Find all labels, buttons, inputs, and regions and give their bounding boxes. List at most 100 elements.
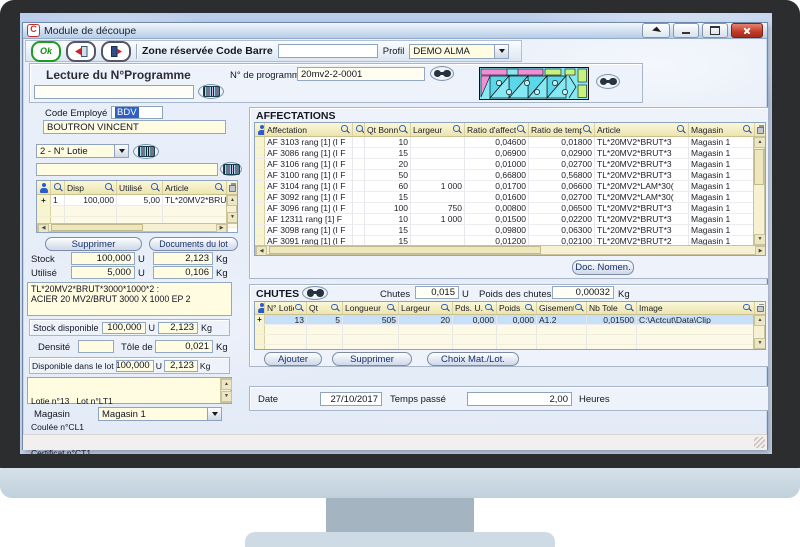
employee-code-input[interactable]: BDV <box>111 106 163 119</box>
employee-name-input[interactable]: BOUTRON VINCENT <box>43 120 226 134</box>
ok-button[interactable]: Ok <box>31 41 61 62</box>
lot-scan-input[interactable] <box>36 163 218 176</box>
programme-scan-input[interactable] <box>34 85 194 99</box>
col-header[interactable]: Image <box>637 302 755 314</box>
densite-input[interactable] <box>78 340 114 353</box>
lot-info-list[interactable]: Lotie n°13 Lot n°LT1 Coulée n°CL1 Certif… <box>27 377 232 404</box>
scroll-down-icon[interactable]: ▼ <box>221 391 232 402</box>
lot-info-vscrollbar[interactable]: ▲ ▼ <box>220 378 231 403</box>
magnifier-icon[interactable] <box>525 304 534 313</box>
view-nesting-button[interactable] <box>596 74 620 89</box>
magnifier-icon[interactable] <box>387 304 396 313</box>
doc-nomen-button[interactable]: Doc. Nomen. <box>572 260 634 275</box>
col-header[interactable]: Affectation <box>265 123 353 136</box>
lot-table-hscrollbar[interactable]: ◀ ▶ <box>37 223 228 232</box>
magnifier-icon[interactable] <box>485 304 494 313</box>
affectations-hscrollbar[interactable]: ◀ ▶ <box>255 245 766 255</box>
scroll-left-icon[interactable]: ◀ <box>38 224 49 233</box>
col-header[interactable]: Largeur <box>411 123 465 136</box>
table-row[interactable]: AF 3106 rang [1] (I F200,010000,02700TL*… <box>255 159 765 170</box>
table-row[interactable]: AF 3096 rang [1] (I F1007500,008000,0650… <box>255 203 765 214</box>
table-row[interactable] <box>255 345 765 350</box>
col-header[interactable] <box>51 181 65 194</box>
table-row[interactable]: +1100,0005,00TL*20MV2*BRUT*3000*10 <box>37 195 237 206</box>
scroll-right-icon[interactable]: ▶ <box>216 224 227 233</box>
table-row[interactable]: AF 3098 rang [1] (I F150,098000,06300TL*… <box>255 225 765 236</box>
magnifier-icon[interactable] <box>356 125 365 134</box>
nesting-preview[interactable] <box>479 67 589 100</box>
scroll-up-icon[interactable]: ▲ <box>221 379 232 390</box>
minimize-button[interactable] <box>673 23 699 38</box>
article-description[interactable]: TL*20MV2*BRUT*3000*1000*2 : ACIER 20 MV2… <box>27 282 232 316</box>
date-input[interactable]: 27/10/2017 <box>320 392 382 406</box>
scroll-down-icon[interactable]: ▼ <box>227 212 238 223</box>
table-row[interactable] <box>255 335 765 345</box>
magasin-select[interactable]: Magasin 1 <box>98 407 222 421</box>
col-header[interactable]: Article <box>595 123 689 136</box>
temps-passe-input[interactable]: 2,00 <box>467 392 572 406</box>
utilise-kg-input[interactable]: 0,106 <box>153 266 213 279</box>
exit-button[interactable] <box>66 41 96 62</box>
disponible-lot-kg[interactable]: 2,123 <box>164 360 198 372</box>
view-chutes-button[interactable] <box>302 286 328 300</box>
table-row[interactable]: AF 12311 rang [1] F101 0000,015000,02200… <box>255 214 765 225</box>
col-header[interactable]: Nb Tole <box>587 302 637 314</box>
trash-header[interactable] <box>227 181 238 194</box>
magnifier-icon[interactable] <box>151 183 160 192</box>
magnifier-icon[interactable] <box>517 125 526 134</box>
lot-mode-select[interactable]: 2 - N° Lotie <box>36 144 129 158</box>
col-header[interactable]: Qt Bonne <box>365 123 411 136</box>
programme-num-input[interactable]: 20mv2-2-0001 <box>297 67 425 81</box>
resize-grip[interactable] <box>754 437 765 448</box>
chutes-input[interactable]: 0,015 <box>415 286 459 299</box>
stock-kg-input[interactable]: 2,123 <box>153 252 213 265</box>
scroll-up-icon[interactable]: ▲ <box>227 195 238 206</box>
col-header[interactable]: Magasin <box>689 123 755 136</box>
trash-header[interactable] <box>755 302 766 314</box>
poids-chutes-input[interactable]: 0,00032 <box>552 286 614 299</box>
documents-du-lot-button[interactable]: Documents du lot <box>149 237 238 251</box>
view-program-button[interactable] <box>430 66 454 81</box>
col-header[interactable]: N° Lotie <box>265 302 307 314</box>
scroll-up-icon[interactable]: ▲ <box>754 137 766 148</box>
col-header[interactable]: Poids <box>497 302 537 314</box>
col-header[interactable]: Pds. U. <box>453 302 497 314</box>
table-row[interactable] <box>37 206 237 217</box>
lot-supprimer-button[interactable]: Supprimer <box>45 237 142 251</box>
utilise-u-input[interactable]: 5,000 <box>71 266 135 279</box>
lot-barcode-button[interactable] <box>133 144 159 159</box>
scroll-down-icon[interactable]: ▼ <box>754 234 766 245</box>
magnifier-icon[interactable] <box>399 125 408 134</box>
table-row[interactable]: AF 3100 rang [1] (I F500,668000,56800TL*… <box>255 170 765 181</box>
col-header[interactable]: Article <box>163 181 227 194</box>
affectations-vscrollbar[interactable]: ▲ ▼ <box>753 136 765 246</box>
chevron-down-icon[interactable] <box>207 408 221 420</box>
magnifier-icon[interactable] <box>215 183 224 192</box>
magnifier-icon[interactable] <box>54 183 63 192</box>
magnifier-icon[interactable] <box>575 304 584 313</box>
col-header[interactable]: Eq <box>353 123 365 136</box>
magnifier-icon[interactable] <box>583 125 592 134</box>
col-header[interactable]: Largeur <box>399 302 453 314</box>
col-header[interactable]: Qt <box>307 302 343 314</box>
pointer-arrow-button[interactable] <box>642 23 670 38</box>
close-button[interactable] <box>731 23 763 38</box>
tole-de-input[interactable]: 0,021 <box>155 340 213 353</box>
magnifier-icon[interactable] <box>453 125 462 134</box>
scroll-down-icon[interactable]: ▼ <box>754 338 766 349</box>
table-row[interactable] <box>255 325 765 335</box>
choix-mat-lot-button[interactable]: Choix Mat./Lot. <box>427 352 519 366</box>
stock-u-input[interactable]: 100,000 <box>71 252 135 265</box>
title-bar[interactable]: C Module de découpe <box>23 23 767 39</box>
maximize-button[interactable] <box>702 23 728 38</box>
chutes-supprimer-button[interactable]: Supprimer <box>332 352 412 366</box>
table-corner[interactable] <box>255 302 265 314</box>
table-row[interactable]: AF 3086 rang [1] (I F150,069000,02900TL*… <box>255 148 765 159</box>
profil-select[interactable]: DEMO ALMA <box>409 44 509 59</box>
scroll-up-icon[interactable]: ▲ <box>754 315 766 326</box>
magnifier-icon[interactable] <box>625 304 634 313</box>
magnifier-icon[interactable] <box>441 304 450 313</box>
stock-disponible-kg[interactable]: 2,123 <box>158 322 198 334</box>
chutes-vscrollbar[interactable]: ▲ ▼ <box>753 314 765 350</box>
chevron-down-icon[interactable] <box>114 145 128 157</box>
